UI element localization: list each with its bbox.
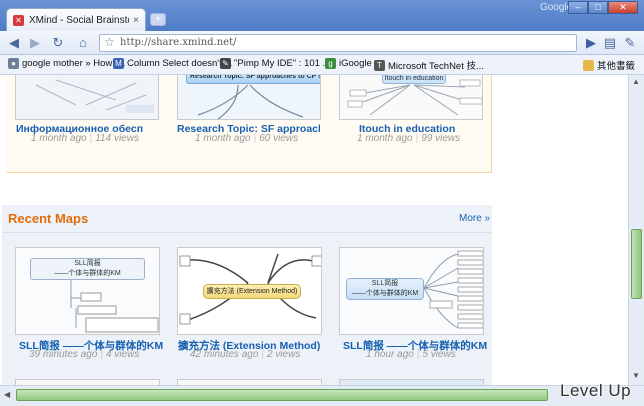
- page-menu-icon[interactable]: ▤: [602, 35, 618, 51]
- map-thumbnail[interactable]: [15, 75, 159, 120]
- other-bookmarks-label: 其他書籤: [597, 61, 636, 72]
- other-bookmarks[interactable]: 其他書籤: [583, 58, 635, 72]
- technet-icon: T: [374, 59, 385, 71]
- scroll-left-icon[interactable]: ◀: [4, 390, 10, 399]
- recent-maps-title: Recent Maps: [8, 211, 89, 226]
- map-meta: 1 hour ago | 5 views: [366, 349, 456, 360]
- bookmark-item[interactable]: ● google mother » How t...: [8, 58, 126, 69]
- globe-icon: ●: [8, 58, 19, 69]
- map-thumbnail[interactable]: Research Topic: SF approaches to CP soci…: [177, 75, 321, 120]
- wrench-menu-icon[interactable]: ✎: [622, 35, 638, 51]
- bookmark-item[interactable]: M Column Select doesn't ...: [113, 58, 232, 69]
- bookmark-item[interactable]: g iGoogle: [325, 58, 372, 69]
- address-bar[interactable]: ☆ http://share.xmind.net/: [99, 34, 577, 52]
- map-meta: 1 month ago | 99 views: [357, 133, 461, 144]
- mindmap-preview: [347, 79, 482, 116]
- horizontal-scrollbar[interactable]: ◀: [0, 385, 644, 406]
- watermark: Level Up: [560, 381, 632, 400]
- minimize-button[interactable]: –: [568, 1, 588, 14]
- map-thumbnail[interactable]: SLL简报 ——个体与群体的KM: [339, 247, 484, 335]
- close-tab-icon[interactable]: ×: [133, 15, 139, 26]
- m-icon: M: [113, 58, 124, 69]
- folder-icon: [583, 59, 594, 71]
- tab-title: XMind - Social Brainstormi...: [29, 14, 129, 26]
- go-icon[interactable]: ▶: [583, 35, 599, 51]
- title-bar: ✕ XMind - Social Brainstormi... × + Goog…: [0, 0, 644, 31]
- bookmark-star-icon[interactable]: ☆: [104, 35, 115, 49]
- maximize-button[interactable]: □: [588, 1, 608, 14]
- bookmarks-bar: ● google mother » How t... M Column Sele…: [0, 55, 644, 75]
- pin-icon: ✎: [220, 58, 231, 69]
- map-meta: 39 minutes ago | 4 views: [29, 349, 140, 360]
- navigation-toolbar: ◀ ▶ ↻ ⌂ ☆ http://share.xmind.net/ ▶ ▤ ✎: [0, 31, 644, 55]
- recent-maps-header: Recent Maps More »: [2, 205, 492, 233]
- map-thumbnail[interactable]: Itouch in education: [339, 75, 483, 120]
- reload-icon[interactable]: ↻: [50, 35, 66, 51]
- bookmark-label: google mother » How t...: [22, 58, 126, 69]
- bookmark-label: iGoogle: [339, 58, 372, 69]
- forward-icon[interactable]: ▶: [27, 35, 43, 51]
- recent-maps-section: Recent Maps More » SLL简报 ——个体与群体的KM SLL简报…: [2, 205, 492, 385]
- bookmark-label: Microsoft TechNet 技...: [388, 61, 484, 72]
- map-thumbnail[interactable]: 擴充方法 (Extension Method): [177, 247, 322, 335]
- home-icon[interactable]: ⌂: [75, 35, 91, 51]
- page-viewport: Информационное обесп 1 month ago | 114 vie…: [0, 75, 628, 385]
- more-link[interactable]: More »: [459, 213, 490, 224]
- mindmap-preview: [35, 79, 154, 113]
- thumb-central-topic: 擴充方法 (Extension Method): [203, 284, 301, 299]
- scroll-up-icon[interactable]: ▲: [632, 77, 640, 86]
- vertical-scroll-thumb[interactable]: [631, 229, 642, 299]
- igoogle-icon: g: [325, 58, 336, 69]
- bookmark-item[interactable]: ✎ "Pimp My IDE" : 101 ...: [220, 58, 331, 69]
- scroll-down-icon[interactable]: ▼: [632, 371, 640, 380]
- map-meta: 1 month ago | 114 views: [31, 133, 139, 144]
- mindmap-preview: [197, 84, 304, 119]
- close-window-button[interactable]: ✕: [608, 1, 638, 14]
- vertical-scrollbar[interactable]: ▲ ▼: [628, 75, 644, 385]
- map-meta: 42 minutes ago | 2 views: [190, 349, 301, 360]
- map-thumbnail[interactable]: SLL简报 ——个体与群体的KM: [15, 247, 160, 335]
- back-icon[interactable]: ◀: [6, 35, 22, 51]
- browser-tab[interactable]: ✕ XMind - Social Brainstormi... ×: [6, 8, 146, 31]
- new-tab-button[interactable]: +: [150, 13, 166, 26]
- xmind-favicon-icon: ✕: [13, 14, 24, 26]
- map-meta: 1 month ago | 60 views: [195, 133, 299, 144]
- url-text: http://share.xmind.net/: [120, 37, 237, 48]
- bookmark-item[interactable]: T Microsoft TechNet 技...: [374, 58, 484, 72]
- bookmark-label: "Pimp My IDE" : 101 ...: [234, 58, 331, 69]
- mindmap-preview: [70, 280, 159, 333]
- window-controls: – □ ✕: [568, 1, 638, 14]
- horizontal-scroll-thumb[interactable]: [16, 389, 548, 401]
- mindmap-preview: [423, 250, 483, 329]
- bookmark-label: Column Select doesn't ...: [127, 58, 233, 69]
